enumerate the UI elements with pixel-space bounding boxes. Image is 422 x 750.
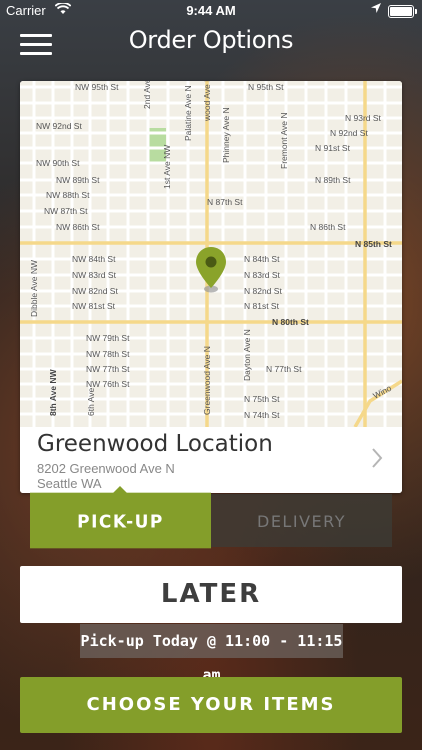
page-title: Order Options [128,26,294,54]
street-label: NW 82nd St [72,286,118,296]
street-label: N 77th St [266,364,302,374]
street-label: N 83rd St [244,270,281,280]
street-label: N 75th St [244,394,280,404]
status-time: 9:44 AM [186,3,236,18]
avenue-label: 6th Ave [86,388,96,416]
street-label: NW 95th St [75,82,119,92]
street-label: N 84th St [244,254,280,264]
street-label: NW 83rd St [72,270,117,280]
street-label: N 93rd St [345,113,382,123]
avenue-label: Greenwood Ave N [202,346,212,415]
street-label: NW 79th St [86,333,130,343]
street-label: NW 81st St [72,301,116,311]
choose-items-button[interactable]: CHOOSE YOUR ITEMS [20,677,402,733]
location-name: Greenwood Location [37,431,273,457]
street-label: NW 89th St [56,175,100,185]
avenue-label: wood Ave N [202,81,212,122]
street-label: N 91st St [315,143,351,153]
avenue-label: 2nd Ave NW [142,81,152,109]
delivery-button[interactable]: DELIVERY [211,494,392,547]
avenue-label: 1st Ave NW [162,145,172,189]
street-label: NW 86th St [56,222,100,232]
street-label: N 80th St [272,317,309,327]
street-label: N 95th St [248,82,284,92]
chevron-right-icon [372,448,383,468]
avenue-label: Fremont Ave N [279,112,289,169]
battery-icon [388,5,417,18]
avenue-label: Phinney Ave N [221,107,231,163]
location-card: NW 95th St N 95th St NW 92nd St N 93rd S… [20,81,402,493]
street-label: N 86th St [310,222,346,232]
avenue-label: Dibble Ave NW [29,260,39,317]
street-label: N 87th St [207,197,243,207]
location-details[interactable]: Greenwood Location 8202 Greenwood Ave N … [20,427,402,493]
street-label: N 81st St [244,301,280,311]
street-label: NW 76th St [86,379,130,389]
street-label: NW 88th St [46,190,90,200]
avenue-label: Dayton Ave N [242,329,252,381]
pickup-time-label: Pick-up Today @ 11:00 - 11:15 am [80,624,343,684]
street-label: NW 78th St [86,349,130,359]
location-address-line2: Seattle WA [37,476,102,491]
street-label: N 74th St [244,410,280,420]
pickup-button[interactable]: PICK-UP [30,492,211,549]
street-label: NW 92nd St [36,121,82,131]
location-address-line1: 8202 Greenwood Ave N [37,461,175,476]
street-label: NW 84th St [72,254,116,264]
street-label: NW 77th St [86,364,130,374]
status-bar: Carrier 9:44 AM [0,0,422,22]
street-label: NW 90th St [36,158,80,168]
street-label: N 82nd St [244,286,282,296]
avenue-label: Palatine Ave N [183,85,193,141]
location-arrow-icon [370,2,382,17]
street-label: N 85th St [355,239,392,249]
avenue-label: 8th Ave NW [48,368,58,416]
map-pin-icon [196,247,226,293]
later-button[interactable]: LATER [20,566,402,623]
street-label: NW 87th St [44,206,88,216]
street-label: N 92nd St [330,128,368,138]
street-label: N 89th St [315,175,351,185]
